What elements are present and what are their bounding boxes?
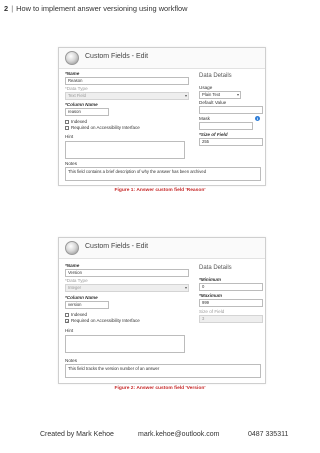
size-input[interactable]: 255 [199, 138, 263, 146]
mask-input[interactable] [199, 122, 253, 130]
hint-textarea[interactable] [65, 141, 185, 159]
header-separator: | [11, 4, 14, 13]
footer-author: Created by Mark Kehoe [40, 431, 114, 438]
hint-label: Hint [65, 134, 74, 139]
usage-label: Usage [199, 85, 213, 90]
data-type-label: *Data Type [65, 278, 88, 283]
chevron-down-icon: ▾ [236, 92, 239, 97]
hint-label: Hint [65, 328, 74, 333]
default-value-label: Default Value [199, 100, 227, 105]
size-input: 3 [199, 315, 263, 323]
minimum-input[interactable]: 0 [199, 283, 263, 291]
minimum-label: *Minimum [199, 277, 221, 282]
window-titlebar: Custom Fields - Edit [59, 48, 265, 69]
indexed-checkbox[interactable] [65, 120, 69, 124]
data-details-title: Data Details [199, 265, 232, 271]
custom-field-version-screenshot: Custom Fields - Edit *Name Version *Data… [58, 237, 266, 384]
name-input[interactable]: Reason [65, 77, 189, 85]
notes-label: Notes [65, 161, 78, 166]
column-name-input[interactable]: reason [65, 108, 109, 116]
indexed-checkbox[interactable] [65, 313, 69, 317]
footer-phone: 0487 335311 [248, 431, 289, 438]
required-checkbox[interactable]: ✓ [65, 319, 69, 324]
default-value-input[interactable] [199, 106, 263, 114]
size-label: *Size of Field [199, 132, 228, 137]
window-title: Custom Fields - Edit [85, 53, 149, 60]
mask-label: Mask [199, 116, 210, 121]
maximum-input[interactable]: 999 [199, 299, 263, 307]
footer-email: mark.kehoe@outlook.com [138, 431, 220, 438]
indexed-label: Indexed [71, 119, 88, 124]
data-type-select: Integer ▾ [65, 284, 189, 292]
data-type-select: Text Field ▾ [65, 92, 189, 100]
data-details-title: Data Details [199, 73, 232, 79]
notes-textarea[interactable]: This field tracks the version number of … [65, 364, 261, 378]
maximum-label: *Maximum [199, 293, 222, 298]
info-icon[interactable]: i [255, 116, 260, 121]
required-label: Required on Accessibility Interface [71, 318, 140, 323]
hint-textarea[interactable] [65, 335, 185, 353]
chevron-down-icon: ▾ [184, 285, 187, 290]
name-label: *Name [65, 71, 80, 76]
window-titlebar: Custom Fields - Edit [59, 238, 265, 259]
app-logo-icon [65, 241, 79, 255]
chevron-down-icon: ▾ [184, 93, 187, 98]
size-label: Size of Field [199, 309, 225, 314]
figure-2-caption: Figure 2: Answer custom field 'Version' [114, 386, 206, 391]
document-title: How to implement answer versioning using… [16, 4, 188, 13]
page-number: 2 [4, 4, 9, 13]
required-label: Required on Accessibility Interface [71, 125, 140, 130]
custom-field-reason-screenshot: Custom Fields - Edit *Name Reason *Data … [58, 47, 266, 186]
notes-label: Notes [65, 358, 78, 363]
column-name-input[interactable]: version [65, 301, 109, 309]
required-checkbox[interactable] [65, 126, 69, 130]
name-label: *Name [65, 263, 80, 268]
data-type-label: *Data Type [65, 86, 88, 91]
column-name-label: *Column Name [65, 102, 98, 107]
column-name-label: *Column Name [65, 295, 98, 300]
name-input[interactable]: Version [65, 269, 189, 277]
page-header: 2 | How to implement answer versioning u… [4, 4, 187, 13]
figure-1-caption: Figure 1: Answer custom field 'Reason' [114, 188, 206, 193]
indexed-label: Indexed [71, 312, 88, 317]
notes-textarea[interactable]: This field contains a brief description … [65, 167, 261, 181]
window-title: Custom Fields - Edit [85, 243, 149, 250]
app-logo-icon [65, 51, 79, 65]
usage-select[interactable]: Plain Text ▾ [199, 91, 241, 99]
